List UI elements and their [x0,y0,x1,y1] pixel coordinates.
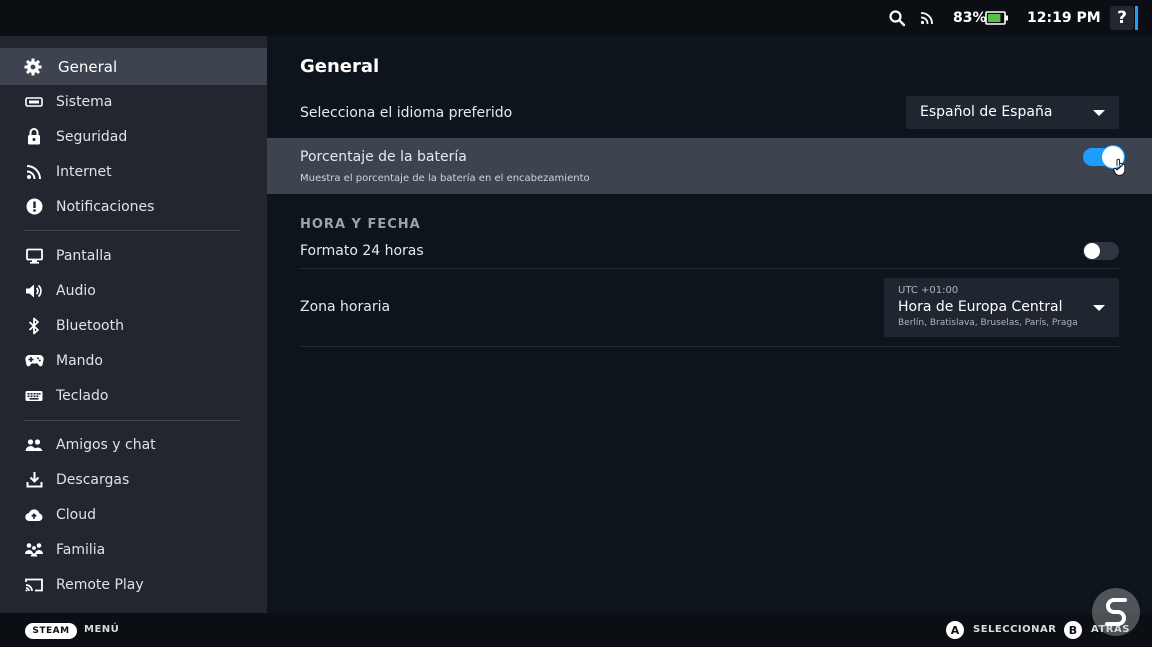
sidebar-item-label: Mando [56,352,103,369]
row-divider [300,346,1119,347]
row-divider [300,268,1119,269]
sidebar-item-label: Familia [56,541,106,558]
sidebar-divider [24,420,240,421]
settings-main-panel: General Selecciona el idioma preferido E… [267,36,1152,613]
sidebar-item-general[interactable]: General [0,48,267,85]
speaker-icon [24,281,44,301]
format24-label: Formato 24 horas [300,243,424,259]
sidebar-item-remote-play[interactable]: Remote Play [0,567,267,602]
sidebar-item-sistema[interactable]: Sistema [0,84,267,119]
sidebar-item-teclado[interactable]: Teclado [0,378,267,413]
lock-icon [24,127,44,147]
timezone-offset: UTC +01:00 [898,285,959,296]
help-accent-bar [1135,6,1138,30]
battery-fill [988,14,1001,22]
menu-label: MENÚ [84,624,120,635]
sidebar-item-internet[interactable]: Internet [0,154,267,189]
alert-icon [24,197,44,217]
hand-cursor-icon [1113,158,1127,180]
system-icon [24,92,44,112]
family-icon [24,540,44,560]
battery-percent-label: Porcentaje de la batería [300,149,467,165]
settings-sidebar: General Sistema Seguridad Internet Notif… [0,36,267,613]
cast-icon [24,575,44,595]
language-dropdown[interactable]: Español de España [906,96,1119,129]
toggle-knob [1084,243,1100,259]
battery-icon [985,0,1009,36]
gamepad-icon [24,351,44,371]
a-button-icon: A [946,621,964,639]
b-button-icon: B [1064,621,1082,639]
sidebar-item-descargas[interactable]: Descargas [0,462,267,497]
page-title: General [300,56,380,77]
format24-toggle[interactable] [1083,242,1119,260]
sidebar-item-label: General [58,57,118,76]
timezone-label: Zona horaria [300,299,391,315]
help-button[interactable]: ? [1110,6,1134,30]
chevron-down-icon [1093,305,1105,311]
watermark-logo [1092,588,1140,636]
gear-icon [23,57,43,77]
sidebar-item-bluetooth[interactable]: Bluetooth [0,308,267,343]
sidebar-item-pantalla[interactable]: Pantalla [0,238,267,273]
search-icon[interactable] [888,0,906,36]
sidebar-item-label: Cloud [56,506,96,523]
friends-icon [24,435,44,455]
battery-percent-description: Muestra el porcentaje de la batería en e… [300,173,590,184]
cloud-icon [24,505,44,525]
sidebar-item-notificaciones[interactable]: Notificaciones [0,189,267,224]
sidebar-item-familia[interactable]: Familia [0,532,267,567]
language-value: Español de España [920,104,1053,120]
timezone-dropdown[interactable]: UTC +01:00 Hora de Europa Central Berlín… [884,278,1119,337]
language-label: Selecciona el idioma preferido [300,105,513,121]
battery-percent-setting-row[interactable]: Porcentaje de la batería Muestra el porc… [267,138,1152,194]
status-bar: 83% 12:19 PM ? [0,0,1152,36]
wifi-signal-icon [920,0,934,36]
sidebar-item-label: Pantalla [56,247,112,264]
sidebar-divider [24,230,240,231]
timezone-cities: Berlín, Bratislava, Bruselas, París, Pra… [898,318,1078,328]
sidebar-item-audio[interactable]: Audio [0,273,267,308]
sidebar-item-label: Descargas [56,471,130,488]
select-label[interactable]: SELECCIONAR [973,624,1056,635]
sidebar-item-label: Bluetooth [56,317,124,334]
sidebar-item-label: Seguridad [56,128,128,145]
sidebar-item-label: Amigos y chat [56,436,156,453]
sidebar-item-mando[interactable]: Mando [0,343,267,378]
section-heading-time: HORA Y FECHA [300,217,421,232]
footer-bar: STEAM MENÚ A SELECCIONAR B ATRÁS [0,613,1152,647]
sidebar-item-cloud[interactable]: Cloud [0,497,267,532]
sidebar-item-label: Sistema [56,93,113,110]
sidebar-item-label: Notificaciones [56,198,155,215]
clock: 12:19 PM [1027,10,1101,26]
timezone-value: Hora de Europa Central [898,299,1063,315]
sidebar-item-label: Teclado [56,387,109,404]
keyboard-icon [24,386,44,406]
steam-button[interactable]: STEAM [25,623,77,639]
monitor-icon [24,246,44,266]
sidebar-item-label: Audio [56,282,96,299]
download-icon [24,470,44,490]
sidebar-item-amigos[interactable]: Amigos y chat [0,427,267,462]
sidebar-item-label: Remote Play [56,576,144,593]
battery-percent: 83% [953,10,987,26]
sidebar-item-label: Internet [56,163,112,180]
wifi-icon [24,162,44,182]
chevron-down-icon [1093,110,1105,116]
sidebar-item-seguridad[interactable]: Seguridad [0,119,267,154]
bluetooth-icon [24,316,44,336]
